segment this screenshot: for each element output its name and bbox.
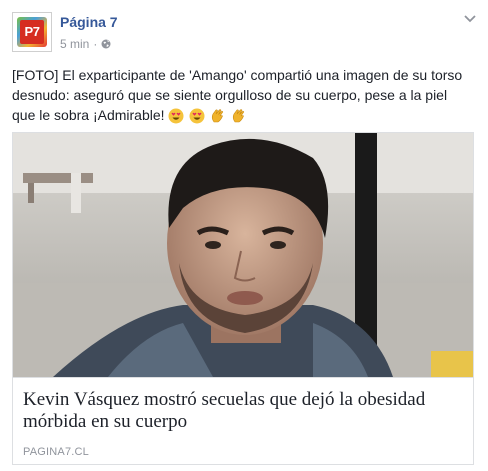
pagina7-logo: P7 — [17, 17, 47, 47]
clapping-hands-emoji-icon — [212, 109, 224, 123]
meta-separator: · — [93, 37, 98, 51]
avatar-text: P7 — [20, 20, 44, 44]
link-preview[interactable]: Kevin Vásquez mostró secuelas que dejó l… — [12, 132, 474, 465]
heart-eyes-emoji-icon — [168, 108, 184, 124]
link-title[interactable]: Kevin Vásquez mostró secuelas que dejó l… — [23, 389, 463, 433]
clapping-hands-emoji-icon — [232, 109, 245, 123]
link-domain: PAGINA7.CL — [23, 446, 89, 458]
post-header: P7 Página 7 5 min · — [12, 12, 476, 56]
post-meta: 5 min · — [60, 37, 111, 51]
post-timestamp[interactable]: 5 min — [60, 37, 89, 51]
globe-icon[interactable] — [101, 39, 111, 49]
emoji-group — [168, 106, 248, 126]
page-name-link[interactable]: Página 7 — [60, 14, 118, 30]
chevron-down-icon[interactable] — [464, 14, 476, 24]
heart-eyes-emoji-icon — [189, 108, 205, 124]
post-text: [FOTO] El exparticipante de 'Amango' com… — [12, 65, 474, 126]
selfie-photo — [13, 133, 473, 377]
link-image[interactable] — [13, 133, 473, 377]
page-avatar[interactable]: P7 — [12, 12, 52, 52]
link-info[interactable]: Kevin Vásquez mostró secuelas que dejó l… — [13, 377, 473, 465]
facebook-post: P7 Página 7 5 min · [FOTO] El exparticip… — [0, 0, 488, 471]
